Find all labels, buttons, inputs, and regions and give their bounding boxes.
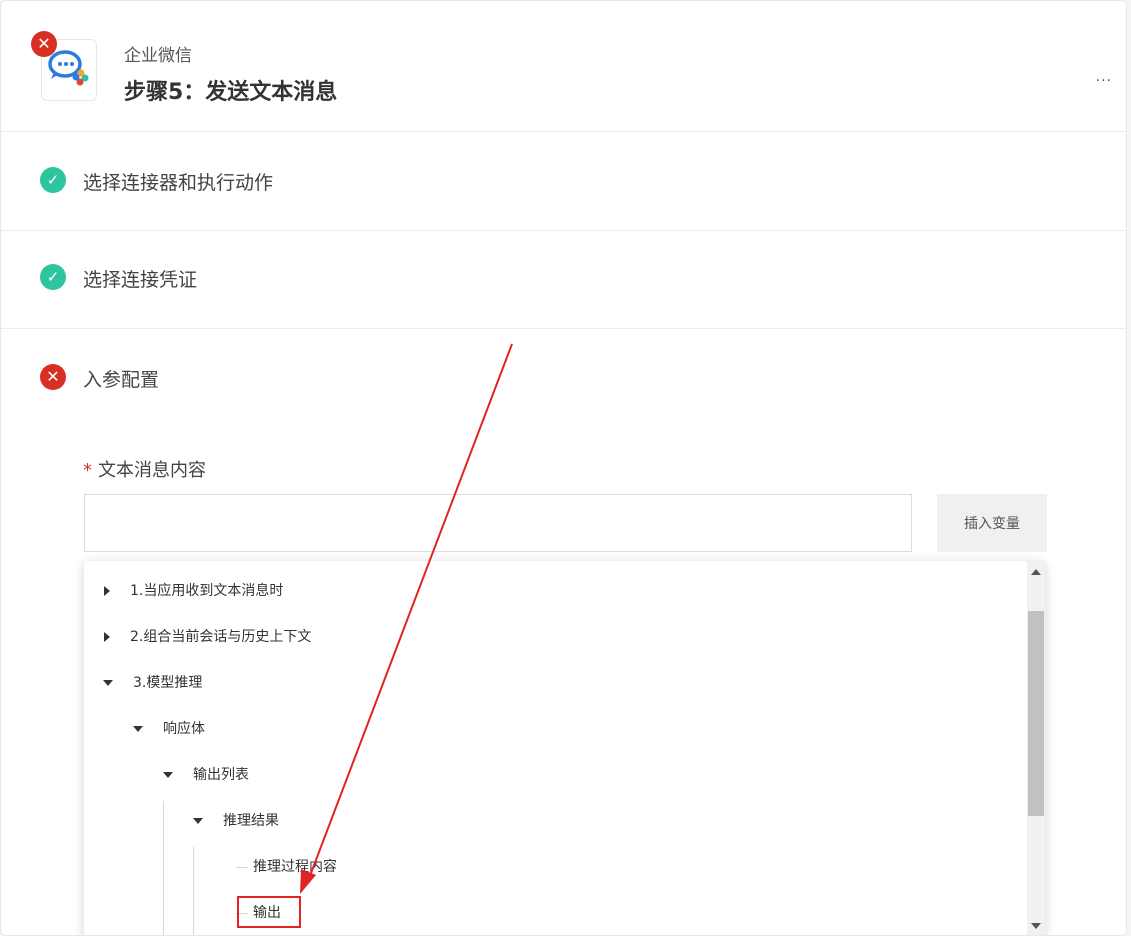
more-options-button[interactable]: ··· — [1096, 73, 1112, 89]
tree-node-label: 推理过程内容 — [253, 859, 337, 875]
section-label: 入参配置 — [83, 369, 160, 391]
error-badge-icon: ✕ — [31, 31, 57, 57]
section-label: 选择连接器和执行动作 — [83, 172, 274, 194]
text-message-input[interactable] — [84, 494, 912, 552]
check-icon: ✓ — [40, 264, 66, 290]
tree-node[interactable]: 响应体 — [133, 706, 205, 752]
tree-leaf[interactable]: 推理过程内容 — [253, 844, 337, 890]
section-input-config[interactable]: ✕ 入参配置 — [1, 329, 1126, 419]
section-label: 选择连接凭证 — [83, 269, 198, 291]
tree-node[interactable]: 推理结果 — [193, 798, 279, 844]
tree-node-label: 3.模型推理 — [133, 675, 203, 691]
caret-down-icon[interactable] — [163, 772, 173, 778]
tree-guide-line — [163, 801, 164, 935]
caret-right-icon[interactable] — [104, 632, 110, 642]
tree-guide-line — [236, 867, 248, 868]
variable-tree-dropdown: 1.当应用收到文本消息时 2.组合当前会话与历史上下文 3.模型推理 响应体 输… — [84, 561, 1045, 935]
scroll-down-icon[interactable] — [1031, 923, 1041, 929]
field-label: * 文本消息内容 — [83, 456, 206, 482]
app-name: 企业微信 — [124, 46, 192, 66]
tree-node[interactable]: 3.模型推理 — [103, 660, 202, 706]
section-credential[interactable]: ✓ 选择连接凭证 — [1, 230, 1126, 329]
tree-node-label: 响应体 — [163, 721, 205, 737]
caret-down-icon[interactable] — [133, 726, 143, 732]
tree-node[interactable]: 输出列表 — [163, 752, 249, 798]
output-highlight-box — [237, 896, 301, 928]
step-header: ✕ 企业微信 步骤5：发送文本消息 ··· — [1, 1, 1126, 132]
step-title: 步骤5：发送文本消息 — [124, 80, 338, 105]
caret-down-icon[interactable] — [193, 818, 203, 824]
tree-node-label: 1.当应用收到文本消息时 — [130, 583, 284, 599]
section-connector[interactable]: ✓ 选择连接器和执行动作 — [1, 132, 1126, 231]
tree-guide-line — [193, 847, 194, 935]
insert-variable-button[interactable]: 插入变量 — [937, 494, 1047, 552]
check-icon: ✓ — [40, 167, 66, 193]
required-mark: * — [83, 460, 92, 481]
tree-node-label: 2.组合当前会话与历史上下文 — [130, 629, 312, 645]
field-label-text: 文本消息内容 — [98, 460, 206, 481]
tree-node[interactable]: 2.组合当前会话与历史上下文 — [104, 614, 311, 660]
tree-node-label: 输出列表 — [193, 767, 249, 783]
caret-right-icon[interactable] — [104, 586, 110, 596]
scroll-thumb[interactable] — [1028, 611, 1044, 816]
error-icon: ✕ — [40, 364, 66, 390]
tree-node-label: 推理结果 — [223, 813, 279, 829]
scroll-up-icon[interactable] — [1031, 569, 1041, 575]
tree-node[interactable]: 1.当应用收到文本消息时 — [104, 568, 283, 614]
caret-down-icon[interactable] — [103, 680, 113, 686]
step-card: ✕ 企业微信 步骤5：发送文本消息 ··· ✓ 选择连接器和执行动作 ✓ 选择连… — [0, 0, 1127, 936]
dropdown-scrollbar[interactable] — [1027, 561, 1045, 935]
